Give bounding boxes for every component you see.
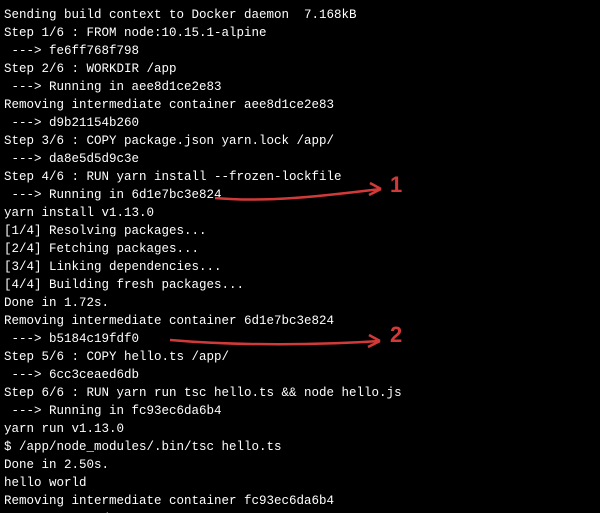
terminal-line: [2/4] Fetching packages... — [4, 240, 600, 258]
terminal-line: Removing intermediate container aee8d1ce… — [4, 96, 600, 114]
terminal-line: [4/4] Building fresh packages... — [4, 276, 600, 294]
terminal-line: Done in 1.72s. — [4, 294, 600, 312]
terminal-line: yarn run v1.13.0 — [4, 420, 600, 438]
terminal-line: $ /app/node_modules/.bin/tsc hello.ts — [4, 438, 600, 456]
terminal-line: Step 1/6 : FROM node:10.15.1-alpine — [4, 24, 600, 42]
terminal-line: ---> fe6ff768f798 — [4, 42, 600, 60]
terminal-line: Step 2/6 : WORKDIR /app — [4, 60, 600, 78]
terminal-output: Sending build context to Docker daemon 7… — [0, 0, 600, 513]
terminal-line: Removing intermediate container fc93ec6d… — [4, 492, 600, 510]
terminal-line: [1/4] Resolving packages... — [4, 222, 600, 240]
terminal-line: ---> b5184c19fdf0 — [4, 330, 600, 348]
terminal-line: ---> 6cc3ceaed6db — [4, 366, 600, 384]
terminal-line: yarn install v1.13.0 — [4, 204, 600, 222]
terminal-line: Step 3/6 : COPY package.json yarn.lock /… — [4, 132, 600, 150]
terminal-line: Step 4/6 : RUN yarn install --frozen-loc… — [4, 168, 600, 186]
terminal-line: ---> Running in fc93ec6da6b4 — [4, 402, 600, 420]
terminal-line: ---> Running in aee8d1ce2e83 — [4, 78, 600, 96]
terminal-line: [3/4] Linking dependencies... — [4, 258, 600, 276]
terminal-line: Removing intermediate container 6d1e7bc3… — [4, 312, 600, 330]
terminal-line: hello world — [4, 474, 600, 492]
terminal-line: ---> Running in 6d1e7bc3e824 — [4, 186, 600, 204]
terminal-line: Done in 2.50s. — [4, 456, 600, 474]
terminal-line: Step 5/6 : COPY hello.ts /app/ — [4, 348, 600, 366]
terminal-line: Sending build context to Docker daemon 7… — [4, 6, 600, 24]
terminal-line: ---> da8e5d5d9c3e — [4, 150, 600, 168]
terminal-line: Step 6/6 : RUN yarn run tsc hello.ts && … — [4, 384, 600, 402]
terminal-line: ---> d9b21154b260 — [4, 114, 600, 132]
